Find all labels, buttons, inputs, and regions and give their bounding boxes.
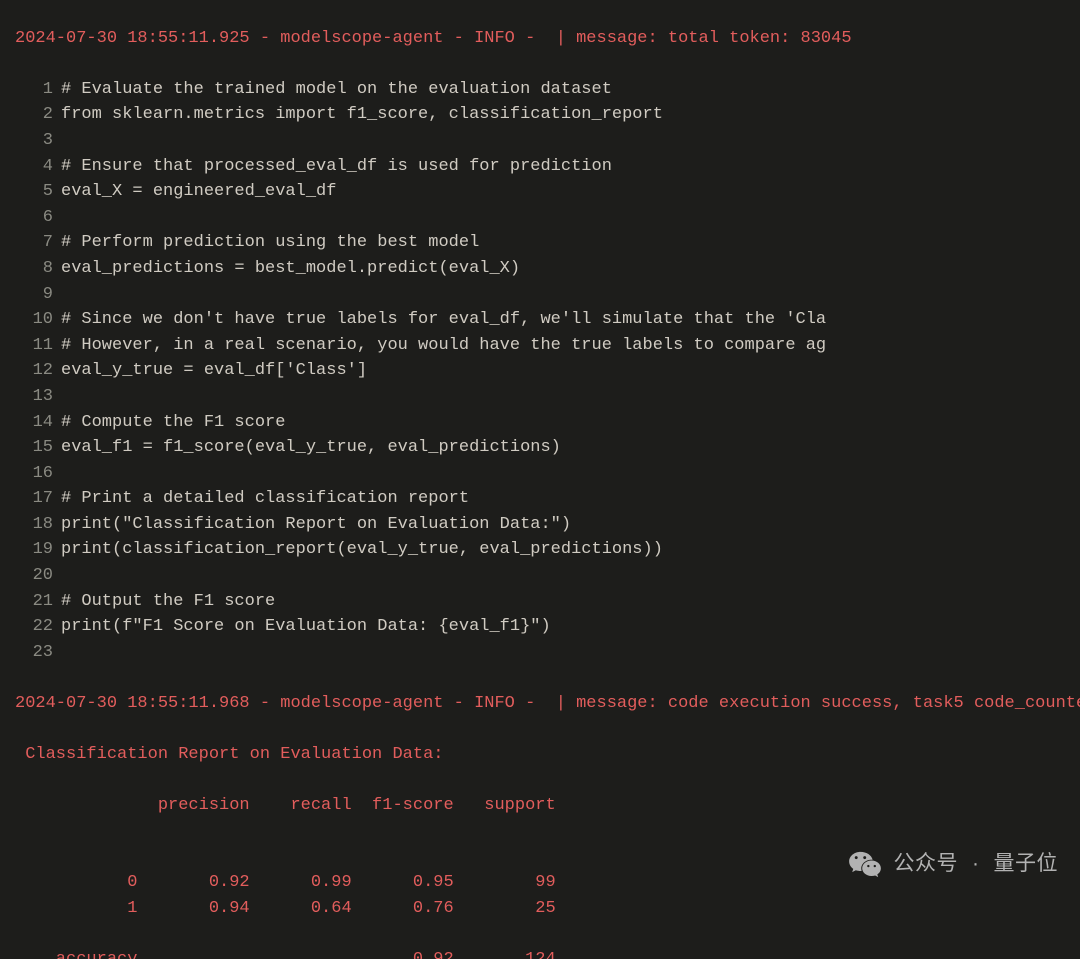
line-number: 20 (15, 563, 53, 589)
code-line: 19print(classification_report(eval_y_tru… (15, 537, 1065, 563)
code-text: eval_f1 = f1_score(eval_y_true, eval_pre… (53, 435, 561, 461)
report-row: accuracy 0.92 124 (15, 947, 1065, 959)
report-row: 1 0.94 0.64 0.76 25 (15, 896, 1065, 922)
line-number: 1 (15, 77, 53, 103)
code-line: 22print(f"F1 Score on Evaluation Data: {… (15, 614, 1065, 640)
log-line-exec-success: 2024-07-30 18:55:11.968 - modelscope-age… (15, 691, 1065, 717)
line-number: 14 (15, 410, 53, 436)
code-line: 6 (15, 205, 1065, 231)
code-line: 18print("Classification Report on Evalua… (15, 512, 1065, 538)
report-row (15, 845, 1065, 871)
code-line: 23 (15, 640, 1065, 666)
code-line: 4# Ensure that processed_eval_df is used… (15, 154, 1065, 180)
line-number: 6 (15, 205, 53, 231)
code-line: 1# Evaluate the trained model on the eva… (15, 77, 1065, 103)
code-text: eval_X = engineered_eval_df (53, 179, 336, 205)
code-text: # Print a detailed classification report (53, 486, 469, 512)
line-number: 3 (15, 128, 53, 154)
line-number: 21 (15, 589, 53, 615)
code-text: # However, in a real scenario, you would… (53, 333, 826, 359)
report-row (15, 921, 1065, 947)
line-number: 7 (15, 230, 53, 256)
report-header: precision recall f1-score support (15, 793, 1065, 819)
terminal[interactable]: 2024-07-30 18:55:11.925 - modelscope-age… (0, 0, 1080, 959)
code-block: 1# Evaluate the trained model on the eva… (15, 77, 1065, 666)
code-line: 11# However, in a real scenario, you wou… (15, 333, 1065, 359)
report-row: 0 0.92 0.99 0.95 99 (15, 870, 1065, 896)
code-text: from sklearn.metrics import f1_score, cl… (53, 102, 663, 128)
line-number: 9 (15, 282, 53, 308)
report-title: Classification Report on Evaluation Data… (15, 742, 1065, 768)
code-text (53, 282, 61, 308)
code-text (53, 384, 61, 410)
code-line: 9 (15, 282, 1065, 308)
line-number: 4 (15, 154, 53, 180)
line-number: 11 (15, 333, 53, 359)
code-text (53, 563, 61, 589)
code-line: 7# Perform prediction using the best mod… (15, 230, 1065, 256)
code-line: 12eval_y_true = eval_df['Class'] (15, 358, 1065, 384)
line-number: 13 (15, 384, 53, 410)
code-text: eval_y_true = eval_df['Class'] (53, 358, 367, 384)
code-line: 8eval_predictions = best_model.predict(e… (15, 256, 1065, 282)
code-line: 16 (15, 461, 1065, 487)
code-line: 3 (15, 128, 1065, 154)
code-text: print(f"F1 Score on Evaluation Data: {ev… (53, 614, 551, 640)
code-line: 20 (15, 563, 1065, 589)
code-line: 15eval_f1 = f1_score(eval_y_true, eval_p… (15, 435, 1065, 461)
line-number: 18 (15, 512, 53, 538)
code-text (53, 128, 61, 154)
line-number: 23 (15, 640, 53, 666)
log-line-top: 2024-07-30 18:55:11.925 - modelscope-age… (15, 26, 1065, 52)
line-number: 5 (15, 179, 53, 205)
code-line: 2from sklearn.metrics import f1_score, c… (15, 102, 1065, 128)
code-text: # Perform prediction using the best mode… (53, 230, 479, 256)
report-rows: 0 0.92 0.99 0.95 99 1 0.94 0.64 0.76 25 … (15, 845, 1065, 959)
line-number: 22 (15, 614, 53, 640)
code-line: 5eval_X = engineered_eval_df (15, 179, 1065, 205)
code-line: 17# Print a detailed classification repo… (15, 486, 1065, 512)
code-text: print("Classification Report on Evaluati… (53, 512, 571, 538)
code-text: # Ensure that processed_eval_df is used … (53, 154, 612, 180)
code-text: print(classification_report(eval_y_true,… (53, 537, 663, 563)
code-text: # Evaluate the trained model on the eval… (53, 77, 612, 103)
line-number: 19 (15, 537, 53, 563)
code-line: 10# Since we don't have true labels for … (15, 307, 1065, 333)
code-text (53, 461, 61, 487)
line-number: 12 (15, 358, 53, 384)
code-text: # Since we don't have true labels for ev… (53, 307, 826, 333)
code-line: 13 (15, 384, 1065, 410)
code-line: 14# Compute the F1 score (15, 410, 1065, 436)
code-text: eval_predictions = best_model.predict(ev… (53, 256, 520, 282)
code-text: # Output the F1 score (53, 589, 275, 615)
line-number: 17 (15, 486, 53, 512)
line-number: 16 (15, 461, 53, 487)
line-number: 10 (15, 307, 53, 333)
line-number: 2 (15, 102, 53, 128)
code-line: 21# Output the F1 score (15, 589, 1065, 615)
code-text: # Compute the F1 score (53, 410, 285, 436)
line-number: 8 (15, 256, 53, 282)
code-text (53, 640, 61, 666)
line-number: 15 (15, 435, 53, 461)
code-text (53, 205, 61, 231)
